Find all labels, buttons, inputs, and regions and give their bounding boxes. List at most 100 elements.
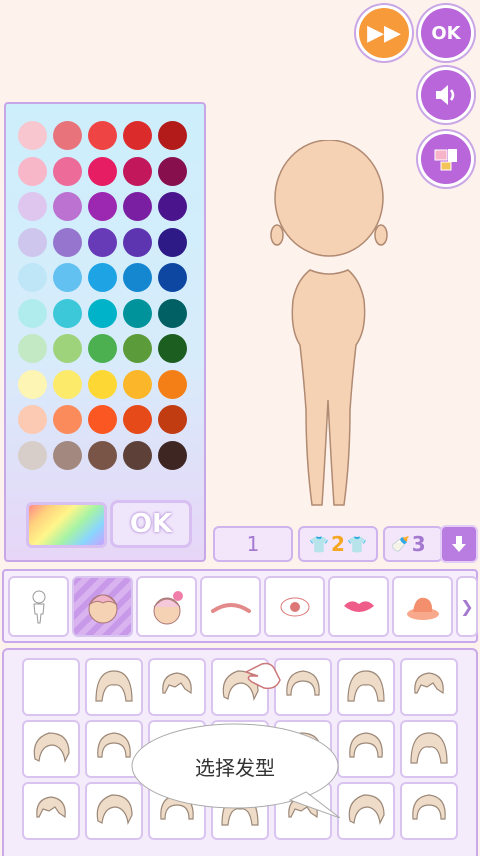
color-swatch[interactable]: [123, 405, 152, 434]
color-swatch[interactable]: [18, 405, 47, 434]
color-swatch[interactable]: [18, 263, 47, 292]
ok-button[interactable]: OK: [421, 8, 471, 58]
color-swatch[interactable]: [158, 440, 187, 470]
color-swatch[interactable]: [53, 121, 82, 150]
hairstyle-option[interactable]: [400, 720, 458, 778]
color-swatch[interactable]: [88, 121, 117, 150]
color-swatch[interactable]: [18, 298, 47, 328]
palette-ok-button[interactable]: OK: [110, 500, 192, 548]
pointing-hand-icon: [244, 662, 281, 690]
color-swatch[interactable]: [53, 440, 82, 470]
tooltip-text: 选择发型: [195, 756, 275, 780]
color-swatch[interactable]: [88, 156, 117, 186]
color-swatch[interactable]: [18, 369, 47, 399]
scroll-down-button[interactable]: [440, 525, 478, 563]
color-swatch[interactable]: [53, 192, 82, 221]
color-swatch[interactable]: [53, 334, 82, 363]
color-swatch[interactable]: [18, 156, 47, 186]
category-body[interactable]: [8, 576, 69, 637]
color-swatch[interactable]: [53, 405, 82, 434]
hairstyle-icon: [33, 732, 70, 763]
category-lips[interactable]: [328, 576, 389, 637]
hairstyle-option[interactable]: [337, 658, 395, 716]
color-swatch[interactable]: [53, 227, 82, 257]
hairstyle-option[interactable]: [148, 658, 206, 716]
character-body: [291, 269, 366, 506]
hair-face-icon: [88, 594, 117, 623]
color-swatch[interactable]: [88, 227, 117, 257]
category-hair-accessory[interactable]: [136, 576, 197, 637]
color-swatch[interactable]: [123, 192, 152, 221]
sound-button[interactable]: [421, 70, 471, 120]
tab-3[interactable]: 🍼 3: [383, 526, 443, 562]
hairstyle-option[interactable]: [400, 782, 458, 840]
category-eyes[interactable]: [264, 576, 325, 637]
category-eyebrow[interactable]: [200, 576, 261, 637]
category-more[interactable]: ❯: [456, 576, 478, 637]
color-swatch[interactable]: [158, 334, 187, 363]
color-swatch[interactable]: [88, 405, 117, 434]
color-swatch[interactable]: [158, 263, 187, 292]
color-swatch[interactable]: [158, 298, 187, 328]
palette-ok-label: OK: [129, 509, 173, 539]
color-swatch[interactable]: [88, 334, 117, 363]
gallery-icon: [434, 149, 457, 171]
color-swatch[interactable]: [158, 227, 187, 257]
hairstyle-icon: [95, 670, 133, 702]
color-swatch[interactable]: [18, 121, 47, 150]
color-swatch[interactable]: [88, 298, 117, 328]
hairstyle-option[interactable]: [400, 658, 458, 716]
category-hair[interactable]: [72, 576, 133, 637]
color-swatch[interactable]: [88, 192, 117, 221]
color-swatch[interactable]: [158, 192, 187, 221]
hairstyle-option[interactable]: [22, 720, 80, 778]
hairstyle-option[interactable]: [22, 782, 80, 840]
hairstyle-option[interactable]: [337, 720, 395, 778]
hairstyle-option[interactable]: [85, 658, 143, 716]
right-ear: [374, 224, 388, 246]
color-swatch[interactable]: [158, 121, 187, 150]
color-swatch[interactable]: [123, 440, 152, 470]
category-hat[interactable]: [392, 576, 453, 637]
color-swatch[interactable]: [18, 192, 47, 221]
color-swatch[interactable]: [88, 369, 117, 399]
color-swatch[interactable]: [53, 156, 82, 186]
hairstyle-none[interactable]: [22, 658, 80, 716]
body-icon: [32, 590, 45, 623]
tab-1[interactable]: 1: [213, 526, 293, 562]
color-palette-panel: OK: [4, 102, 206, 562]
color-swatch[interactable]: [88, 263, 117, 292]
tab-2-label: 2: [331, 532, 345, 556]
color-swatch[interactable]: [18, 440, 47, 470]
color-swatch[interactable]: [123, 121, 152, 150]
hairstyle-option[interactable]: [337, 782, 395, 840]
color-swatch[interactable]: [123, 369, 152, 399]
color-swatch[interactable]: [53, 298, 82, 328]
eyebrow-icon: [210, 602, 251, 613]
left-ear: [270, 224, 284, 246]
hairstyle-icon: [410, 732, 448, 764]
rainbow-gradient-button[interactable]: [26, 502, 107, 548]
color-swatch[interactable]: [18, 334, 47, 363]
tab-1-label: 1: [246, 532, 260, 556]
skip-button[interactable]: ▶▶: [359, 8, 409, 58]
character-head: [274, 140, 384, 257]
hairstyle-icon: [414, 672, 444, 695]
color-swatch[interactable]: [53, 369, 82, 399]
color-swatch[interactable]: [158, 369, 187, 399]
color-swatch[interactable]: [53, 263, 82, 292]
gallery-button[interactable]: [421, 134, 471, 184]
color-swatch[interactable]: [123, 156, 152, 186]
tab-2[interactable]: 👕 2 👕: [298, 526, 378, 562]
fast-forward-icon: ▶▶: [367, 20, 401, 46]
color-swatch[interactable]: [18, 227, 47, 257]
color-swatch[interactable]: [123, 334, 152, 363]
color-swatch[interactable]: [123, 263, 152, 292]
color-swatch[interactable]: [123, 298, 152, 328]
color-swatch[interactable]: [123, 227, 152, 257]
shirt-icon: 👕: [346, 534, 367, 554]
color-swatch[interactable]: [158, 156, 187, 186]
color-swatch[interactable]: [88, 440, 117, 470]
hairstyle-icon: [349, 732, 383, 758]
color-swatch[interactable]: [158, 405, 187, 434]
